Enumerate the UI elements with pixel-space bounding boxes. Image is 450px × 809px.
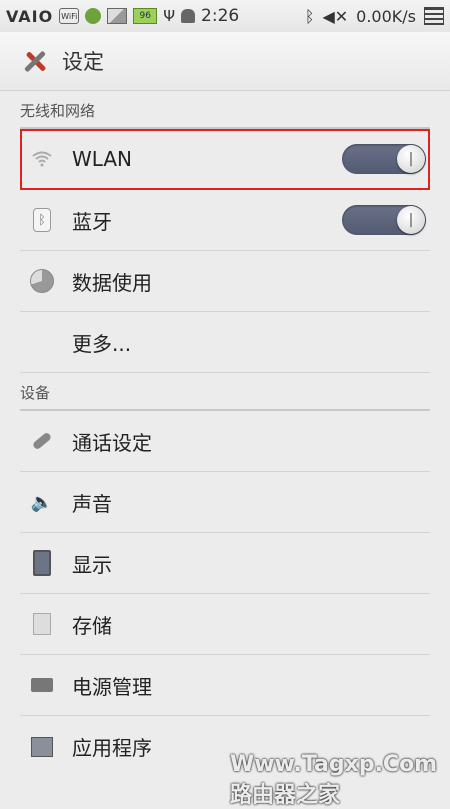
section-header-device: 设备	[20, 373, 430, 411]
settings-item-label: 应用程序	[72, 736, 152, 760]
settings-tools-icon[interactable]	[20, 47, 48, 75]
settings-item-data-usage[interactable]: 数据使用	[20, 251, 430, 312]
settings-item-display[interactable]: 显示	[20, 533, 430, 594]
battery-icon	[30, 673, 54, 697]
display-icon	[30, 550, 54, 576]
network-speed: 0.00K/s	[356, 6, 416, 26]
data-usage-icon	[30, 269, 54, 293]
battery-level-badge: 96	[133, 8, 158, 24]
settings-item-bluetooth[interactable]: ᛒ 蓝牙 |	[20, 190, 430, 251]
more-spacer	[30, 330, 54, 354]
settings-item-storage[interactable]: 存储	[20, 594, 430, 655]
speaker-icon: 🔈	[30, 491, 54, 513]
settings-item-label: 显示	[72, 552, 112, 577]
bluetooth-toggle[interactable]: |	[342, 205, 426, 235]
settings-item-label: 存储	[72, 613, 112, 638]
usb-icon: Ψ	[163, 7, 176, 25]
toggle-knob: |	[397, 206, 425, 234]
notification-app-icon	[85, 8, 102, 24]
settings-list: 无线和网络 WLAN | ᛒ 蓝牙 | 数据使用 更多... 设备 通话设定 🔈…	[0, 91, 450, 777]
storage-icon	[30, 612, 54, 636]
section-header-wireless: 无线和网络	[20, 91, 430, 129]
bluetooth-status-icon: ᛒ	[304, 6, 315, 26]
settings-item-more[interactable]: 更多...	[20, 312, 430, 373]
wifi-status-icon: WiFi	[59, 8, 80, 24]
wlan-toggle[interactable]: |	[342, 144, 426, 174]
vaio-logo: VAIO	[6, 6, 54, 26]
page-title: 设定	[62, 50, 104, 74]
phone-icon	[30, 429, 54, 453]
image-notification-icon	[107, 8, 128, 24]
settings-item-label: 蓝牙	[72, 209, 112, 234]
mute-icon: ◀✕	[322, 6, 349, 26]
settings-item-label: 电源管理	[72, 674, 152, 699]
settings-item-label: 声音	[72, 491, 112, 516]
settings-item-label: 数据使用	[72, 270, 152, 295]
bluetooth-icon: ᛒ	[30, 208, 54, 232]
android-debug-icon	[181, 9, 196, 23]
clock: 2:26	[201, 6, 240, 26]
toggle-knob: |	[397, 145, 425, 173]
watermark: Www.Tagxp.Com 路由器之家	[230, 751, 438, 808]
settings-item-call[interactable]: 通话设定	[20, 411, 430, 472]
action-bar: 设定	[0, 32, 450, 91]
settings-item-label: 通话设定	[72, 430, 152, 455]
apps-icon	[30, 735, 54, 759]
settings-item-sound[interactable]: 🔈 声音	[20, 472, 430, 533]
wifi-icon	[30, 147, 54, 171]
settings-item-power[interactable]: 电源管理	[20, 655, 430, 716]
menu-icon	[424, 7, 444, 25]
settings-item-label: 更多...	[72, 331, 132, 356]
status-bar: VAIO WiFi 96 Ψ 2:26 ᛒ ◀✕ 0.00K/s	[0, 0, 450, 32]
settings-item-label: WLAN	[72, 147, 133, 171]
settings-item-wlan[interactable]: WLAN |	[20, 129, 430, 190]
